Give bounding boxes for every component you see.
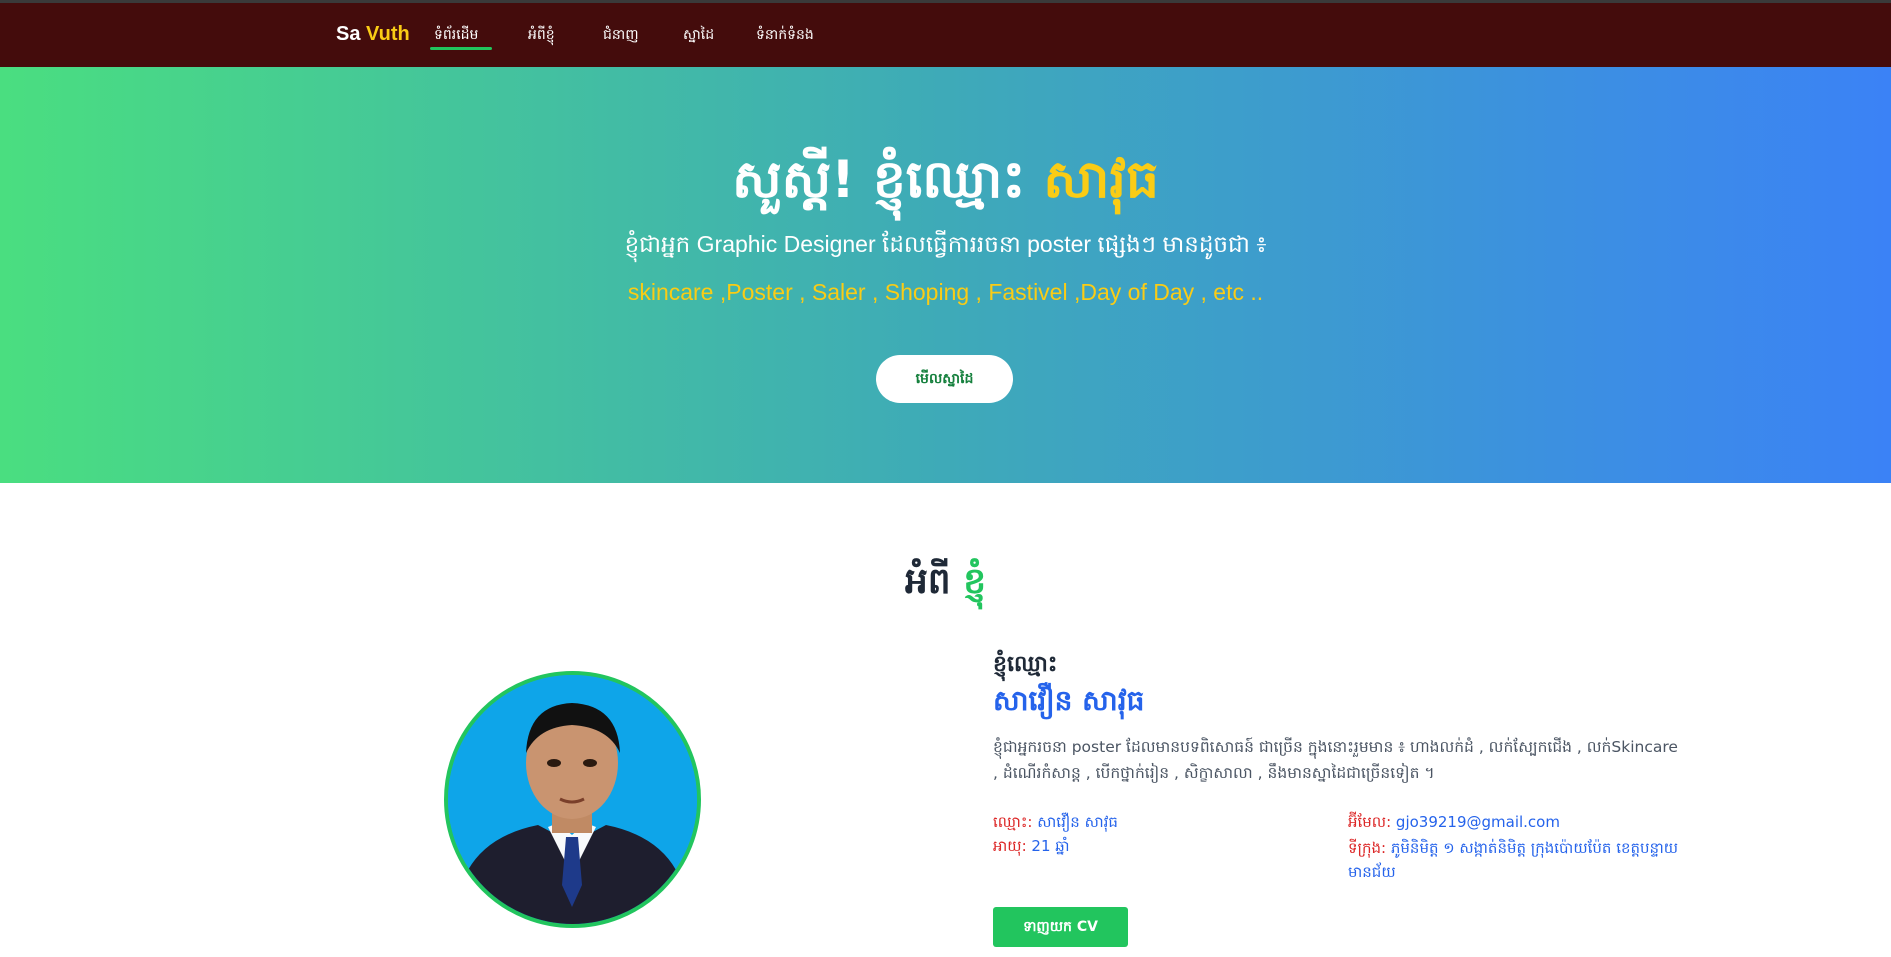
view-portfolio-button[interactable]: មើលស្នាដៃ <box>876 355 1013 403</box>
about-heading: អំពី ខ្ញុំ <box>0 558 1891 611</box>
info-name: ឈ្មោះ: សាវឿន សាវុធ <box>993 813 1118 835</box>
info-email-value[interactable]: gjo39219@gmail.com <box>1396 813 1560 831</box>
brand-logo[interactable]: Sa Vuth <box>336 23 410 46</box>
profile-photo <box>444 671 701 928</box>
intro-label: ខ្ញុំឈ្មោះ <box>993 652 1058 677</box>
hero-name: សាវុធ <box>1043 150 1159 210</box>
hero-section: សួស្តី! ខ្ញុំឈ្មោះ សាវុធ ខ្ញុំជាអ្នក Gra… <box>0 67 1891 483</box>
nav-active-indicator <box>430 47 492 50</box>
info-email: អ៊ីមែល: gjo39219@gmail.com <box>1348 813 1560 835</box>
profile-photo-illustration <box>448 675 697 924</box>
about-heading-first: អំពី <box>904 561 951 602</box>
info-age-label: អាយុ: <box>993 837 1027 855</box>
info-name-value: សាវឿន សាវុធ <box>1037 813 1118 831</box>
full-name: សាវឿន សាវុធ <box>993 684 1145 717</box>
hero-subtitle: ខ្ញុំជាអ្នក Graphic Designer ដែលធ្វើការរ… <box>624 231 1267 257</box>
info-name-label: ឈ្មោះ: <box>993 813 1033 831</box>
info-address: ទីក្រុង: ភូមិនិមិត្ត ១ សង្កាត់និមិត្ត ក្… <box>1348 836 1708 884</box>
navbar: Sa Vuth ទំព័រដើម អំពីខ្ញុំ ជំនាញ ស្នាដៃ … <box>0 3 1891 67</box>
nav-item-about[interactable]: អំពីខ្ញុំ <box>528 25 555 46</box>
info-age-value: 21 ឆ្នាំ <box>1031 837 1070 855</box>
hero-title: សួស្តី! ខ្ញុំឈ្មោះ សាវុធ <box>0 147 1891 223</box>
bio-text: ខ្ញុំជាអ្នករចនា poster ដែលមានបទពិសោធន៍ ជ… <box>993 738 1678 782</box>
nav-item-portfolio[interactable]: ស្នាដៃ <box>683 25 714 46</box>
info-address-value: ភូមិនិមិត្ត ១ សង្កាត់និមិត្ត ក្រុងប៉ោយប៉… <box>1348 839 1679 881</box>
nav-item-home[interactable]: ទំព័រដើម <box>434 25 478 46</box>
info-address-label: ទីក្រុង: <box>1348 839 1387 857</box>
brand-second: Vuth <box>366 23 410 45</box>
download-cv-button[interactable]: ទាញយក CV <box>993 907 1128 947</box>
hero-tags: skincare ,Poster , Saler , Shoping , Fas… <box>627 279 1264 305</box>
about-heading-second: ខ្ញុំ <box>963 561 987 602</box>
hero-greeting: សួស្តី! ខ្ញុំឈ្មោះ <box>732 150 1026 210</box>
nav-item-contact[interactable]: ទំនាក់ទំនង <box>756 25 814 46</box>
info-age: អាយុ: 21 ឆ្នាំ <box>993 837 1070 859</box>
brand-first: Sa <box>336 23 361 45</box>
nav-item-skills[interactable]: ជំនាញ <box>603 25 639 46</box>
info-email-label: អ៊ីមែល: <box>1348 813 1392 831</box>
